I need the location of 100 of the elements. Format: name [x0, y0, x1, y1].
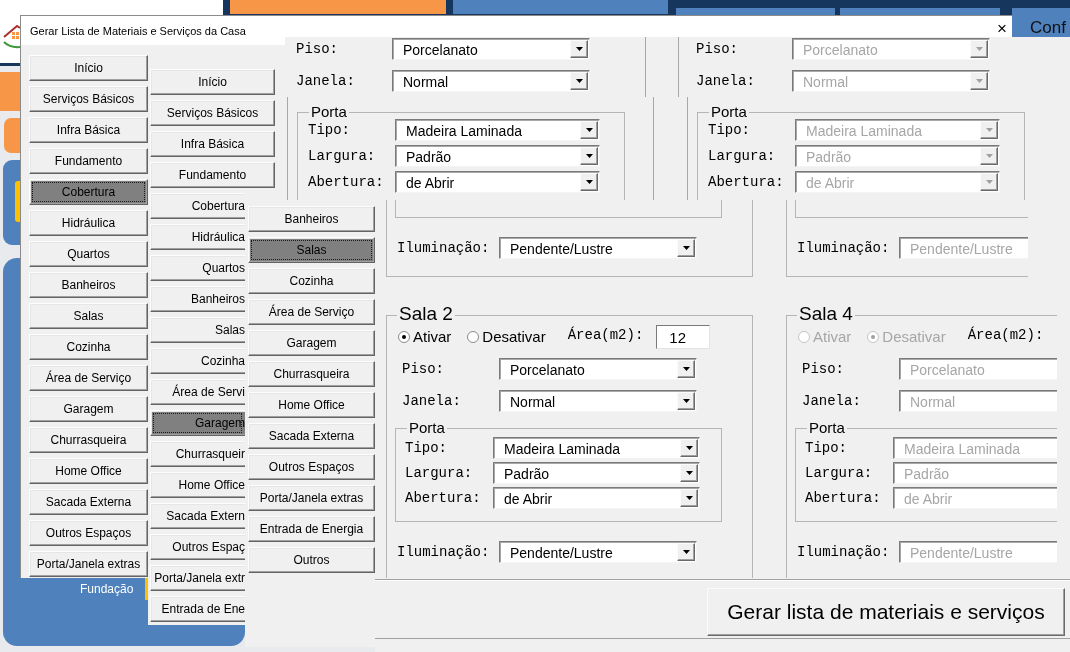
dropdown[interactable]: de Abrir [493, 487, 700, 509]
dropdown-button[interactable] [580, 147, 598, 165]
nav-button[interactable]: Garagem [248, 330, 375, 356]
field-label: Abertura: [708, 174, 785, 190]
nav-button[interactable]: Entrada de Energia [248, 516, 375, 542]
dropdown[interactable]: Normal [392, 70, 590, 92]
nav-button[interactable]: Infra Básica [150, 131, 275, 157]
field-label: Abertura: [805, 490, 882, 506]
nav-button[interactable]: Outros [248, 547, 375, 573]
nav-button[interactable]: Entrada de Ene [150, 596, 245, 622]
caret-icon [685, 446, 693, 450]
dropdown-button[interactable] [570, 72, 588, 90]
nav-button[interactable]: Início [150, 69, 275, 95]
nav-button[interactable]: Banheiros [29, 272, 148, 298]
field-label: Abertura: [405, 490, 482, 506]
caret-icon [585, 180, 593, 184]
sheet-button[interactable]: Conf [1012, 8, 1070, 37]
field-label: Piso: [802, 361, 845, 377]
dropdown-button[interactable] [680, 489, 698, 507]
nav-button[interactable]: Outros Espaç [150, 534, 245, 560]
dropdown-button[interactable] [677, 239, 695, 257]
dropdown-button[interactable] [677, 360, 695, 378]
nav-button[interactable]: Sacada Externa [29, 489, 148, 515]
nav-button[interactable]: Banheiros [248, 206, 375, 232]
nav-button[interactable]: Cobertura [150, 193, 245, 219]
nav-button[interactable]: Porta/Janela extras [248, 485, 375, 511]
dropdown[interactable]: Porcelanato [499, 358, 697, 380]
nav-button[interactable]: Garagem [29, 396, 148, 422]
nav-button[interactable]: Hidráulica [150, 224, 245, 250]
nav-button[interactable]: Garagem [150, 410, 245, 436]
nav-button[interactable]: Serviços Básicos [29, 86, 148, 112]
dropdown-button[interactable] [677, 392, 695, 410]
nav-button[interactable]: Área de Serviço [248, 299, 375, 325]
dropdown[interactable]: Padrão [493, 462, 700, 484]
nav-button[interactable]: Fundamento [29, 148, 148, 174]
field-label: Área(m2): [567, 327, 644, 343]
dropdown-button[interactable] [580, 173, 598, 191]
nav-button[interactable]: Área de Serviço [29, 365, 148, 391]
nav-button[interactable]: Salas [29, 303, 148, 329]
radio-button[interactable]: Ativar [398, 328, 452, 346]
nav-button[interactable]: Salas [150, 317, 245, 343]
nav-button[interactable]: Infra Básica [29, 117, 148, 143]
nav-button[interactable]: Salas [248, 237, 375, 263]
nav-button[interactable]: Hidráulica [29, 210, 148, 236]
nav-button[interactable]: Cobertura [29, 179, 148, 205]
nav-button[interactable]: Cozinha [29, 334, 148, 360]
nav-button[interactable]: Home Office [248, 392, 375, 418]
dropdown[interactable]: Madeira Laminada [395, 119, 600, 141]
nav-button[interactable]: Porta/Janela extr [150, 565, 245, 591]
nav-button[interactable]: Sacada Externa [248, 423, 375, 449]
nav-button[interactable]: Churrasqueira [248, 361, 375, 387]
field-label: Iluminação: [797, 544, 891, 560]
generate-button[interactable]: Gerar lista de materiais e serviços [707, 588, 1065, 636]
nav-button[interactable]: Quartos [150, 255, 245, 281]
nav-button[interactable]: Churrasqueira [29, 427, 148, 453]
dropdown-button[interactable] [680, 439, 698, 457]
dropdown[interactable]: Pendente/Lustre [499, 541, 697, 563]
dropdown[interactable]: Padrão [395, 145, 600, 167]
nav-button[interactable]: Quartos [29, 241, 148, 267]
nav-button[interactable]: Outros Espaços [29, 520, 148, 546]
nav-button[interactable]: Home Office [29, 458, 148, 484]
dropdown-button[interactable] [677, 543, 695, 561]
dropdown[interactable]: de Abrir [395, 171, 600, 193]
area-input[interactable]: 12 [656, 325, 711, 349]
dropdown-button[interactable] [570, 40, 588, 58]
nav-button[interactable]: Serviços Básicos [150, 100, 275, 126]
dropdown[interactable]: Pendente/Lustre [499, 237, 697, 259]
field-label: Janela: [802, 393, 862, 409]
field-label: Janela: [402, 393, 462, 409]
close-button[interactable]: × [995, 21, 1009, 37]
field-label: Piso: [296, 41, 339, 57]
caret-icon [585, 154, 593, 158]
field-label: Iluminação: [797, 240, 891, 256]
radio-button[interactable]: Desativar [467, 328, 546, 346]
dropdown[interactable]: Madeira Laminada [493, 437, 700, 459]
caret-icon [985, 154, 993, 158]
nav-button[interactable]: Área de Servi [150, 379, 245, 405]
field-label: Tipo: [308, 122, 351, 138]
nav-button[interactable]: Porta/Janela extras [29, 551, 148, 577]
caret-icon [685, 471, 693, 475]
nav-button[interactable]: Cozinha [150, 348, 245, 374]
dropdown[interactable]: Porcelanato [392, 38, 590, 60]
nav-button[interactable]: Fundamento [150, 162, 275, 188]
field-label: Largura: [708, 148, 777, 164]
nav-button[interactable]: Churrasqueir [150, 441, 245, 467]
nav-button[interactable]: Outros Espaços [248, 454, 375, 480]
dropdown[interactable]: Normal [499, 390, 697, 412]
nav-button[interactable]: Banheiros [150, 286, 245, 312]
field-label: Iluminação: [397, 544, 491, 560]
accent-bar [145, 577, 148, 600]
caret-icon [682, 550, 690, 554]
caret-icon [575, 79, 583, 83]
nav-button[interactable]: Início [29, 55, 148, 81]
dropdown-button[interactable] [580, 121, 598, 139]
nav-button[interactable]: Sacada Extern [150, 503, 245, 529]
field-label: Piso: [696, 41, 739, 57]
dropdown-button[interactable] [680, 464, 698, 482]
nav-button[interactable]: Home Office [150, 472, 245, 498]
window-title: Gerar Lista de Materiais e Serviços da Casa [30, 24, 246, 38]
nav-button[interactable]: Cozinha [248, 268, 375, 294]
